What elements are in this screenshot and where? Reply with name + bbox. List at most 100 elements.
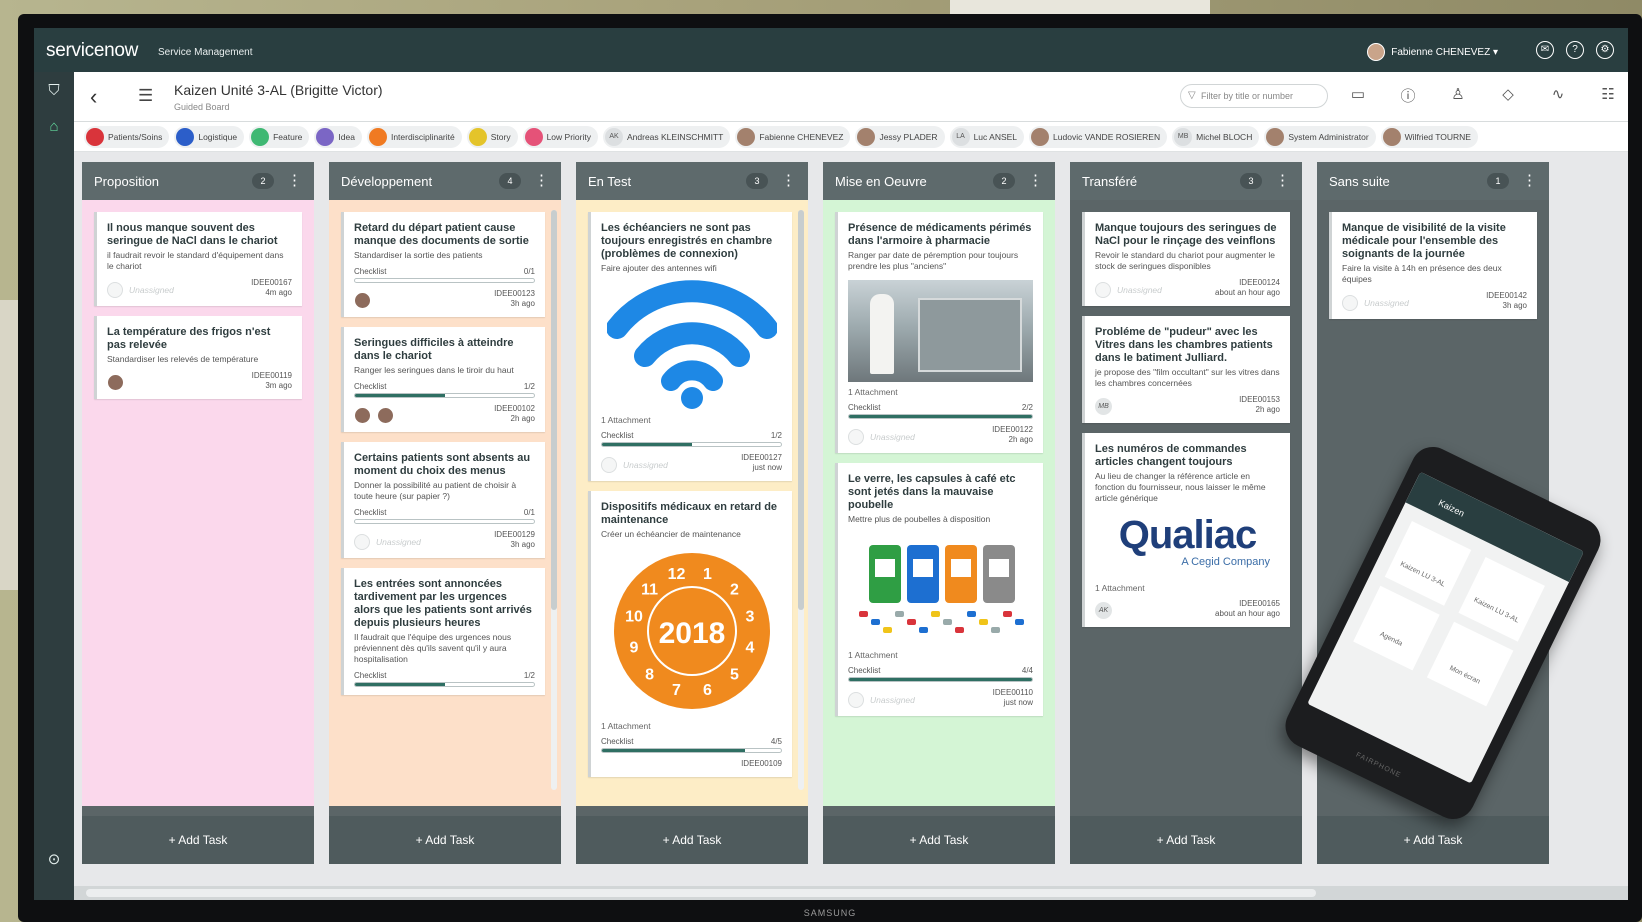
task-card[interactable]: Présence de médicaments périmés dans l'a… [835,212,1043,453]
filter-chip[interactable]: MB Michel BLOCH [1172,125,1260,148]
phone-app-tile[interactable]: Agenda [1353,585,1440,671]
assignee[interactable]: AK [1095,602,1112,619]
column-title: Proposition [94,174,160,189]
filter-chip[interactable]: Story [466,125,518,148]
assignee[interactable] [354,407,394,424]
task-card[interactable]: Dispositifs médicaux en retard de mainte… [588,491,792,777]
phone-app-tile[interactable]: Kaizen LU 3-AL [1384,521,1472,606]
horizontal-scrollbar[interactable] [74,886,1628,900]
task-card[interactable]: Certains patients sont absents au moment… [341,442,545,558]
task-card[interactable]: Il nous manque souvent des seringue de N… [94,212,302,306]
phone-app-tile[interactable]: Mon écran [1426,621,1514,707]
assignee[interactable]: Unassigned [601,457,668,473]
task-card[interactable]: Les numéros de commandes articles change… [1082,433,1290,627]
header-icons: ▭ ⓘ ♙ ◇ ∿ ☷ [1348,85,1618,105]
filter-chip[interactable]: AK Andreas KLEINSCHMITT [602,125,731,148]
settings-sliders-icon[interactable]: ☷ [1598,85,1618,105]
card-title: Manque toujours des seringues de NaCl po… [1095,222,1277,247]
home-icon[interactable]: ⌂ [44,118,64,138]
assignee[interactable]: Unassigned [1342,295,1409,311]
column-scrollbar[interactable] [798,210,804,790]
product-name: Service Management [158,47,253,58]
filter-chip[interactable]: Ludovic VANDE ROSIEREN [1029,125,1168,148]
filter-chip[interactable]: Patients/Soins [84,125,170,148]
tag-icon[interactable]: ◇ [1498,85,1518,105]
card-number: IDEE00129 [494,530,535,539]
assignee[interactable]: MB [1095,398,1112,415]
task-card[interactable]: Manque de visibilité de la visite médica… [1329,212,1537,319]
card-updated-time: just now [1003,698,1033,707]
filter-chip[interactable]: Jessy PLADER [855,125,945,148]
play-icon[interactable]: ⊙ [44,850,64,870]
assignee[interactable]: Unassigned [848,429,915,445]
task-card[interactable]: La température des frigos n'est pas rele… [94,316,302,399]
add-task-button[interactable]: + Add Task [329,816,561,864]
assignee[interactable]: Unassigned [354,534,421,550]
card-footer: IDEE00109 [601,759,782,769]
card-footer: Unassigned IDEE00129 3h ago [354,530,535,550]
add-task-button[interactable]: + Add Task [576,816,808,864]
card-footer: Unassigned IDEE00110 just now [848,688,1033,708]
add-task-button[interactable]: + Add Task [82,816,314,864]
assignee-label: Unassigned [376,537,421,547]
filter-chip[interactable]: Low Priority [522,125,598,148]
add-task-button[interactable]: + Add Task [823,816,1055,864]
assignee[interactable]: Unassigned [107,282,174,298]
card-footer: Unassigned IDEE00127 just now [601,453,782,473]
task-card[interactable]: Retard du départ patient cause manque de… [341,212,545,317]
kebab-menu-icon[interactable]: ⋮ [534,171,549,189]
gear-icon[interactable]: ⚙ [1596,41,1614,59]
column-header: Transféré 3 ⋮ [1070,162,1302,200]
back-icon[interactable]: ‹ [90,84,97,110]
assignee[interactable] [107,374,124,391]
checklist-progress-bar [354,682,535,687]
chip-label: Andreas KLEINSCHMITT [626,131,724,142]
assignee[interactable]: Unassigned [848,692,915,708]
help-icon[interactable]: ? [1566,41,1584,59]
filter-input[interactable]: Filter by title or number [1180,84,1328,108]
add-task-button[interactable]: + Add Task [1070,816,1302,864]
comments-icon[interactable]: ▭ [1348,85,1368,105]
filter-chip[interactable]: Fabienne CHENEVEZ [735,125,851,148]
info-icon[interactable]: ⓘ [1398,85,1418,105]
kebab-menu-icon[interactable]: ⋮ [781,171,796,189]
task-card[interactable]: Manque toujours des seringues de NaCl po… [1082,212,1290,306]
kebab-menu-icon[interactable]: ⋮ [1028,171,1043,189]
user-menu[interactable]: Fabienne CHENEVEZ ▾ [1367,43,1498,61]
kebab-menu-icon[interactable]: ⋮ [1522,171,1537,189]
filter-chip[interactable]: Interdisciplinarité [366,125,462,148]
column-count-badge: 1 [1487,173,1509,189]
logo[interactable]: servicenow [46,40,138,62]
assignee-avatar [377,407,394,424]
list-icon[interactable]: ☰ [138,86,153,106]
activity-icon[interactable]: ∿ [1548,85,1568,105]
filter-chip[interactable]: Wilfried TOURNE [1380,125,1478,148]
add-task-button[interactable]: + Add Task [1317,816,1549,864]
filter-chip[interactable]: Feature [249,125,310,148]
task-card[interactable]: Seringues difficiles à atteindre dans le… [341,327,545,432]
task-card[interactable]: Les échéanciers ne sont pas toujours enr… [588,212,792,481]
user-avatar [1367,43,1386,61]
members-icon[interactable]: ♙ [1448,85,1468,105]
filter-chip[interactable]: Logistique [174,125,245,148]
task-card[interactable]: Probléme de "pudeur" avec les Vitres dan… [1082,316,1290,423]
assignee[interactable] [354,292,371,309]
filter-icon[interactable]: ⛉ [44,82,64,102]
card-meta: IDEE00165 about an hour ago [1215,599,1280,619]
chat-icon[interactable]: ✉ [1536,41,1554,59]
filter-chip[interactable]: Idea [314,125,362,148]
column-scrollbar[interactable] [551,210,557,790]
card-description: Revoir le standard du chariot pour augme… [1095,250,1276,271]
phone-app-tile[interactable]: Kaizen LU 3-AL [1458,556,1545,642]
assignee[interactable]: Unassigned [1095,282,1162,298]
kebab-menu-icon[interactable]: ⋮ [1275,171,1290,189]
board-subtitle: Guided Board [174,102,230,112]
task-card[interactable]: Le verre, les capsules à café etc sont j… [835,463,1043,716]
member-avatar [737,127,756,146]
kebab-menu-icon[interactable]: ⋮ [287,171,302,189]
filter-chip[interactable]: LA Luc ANSEL [949,125,1025,148]
filter-chip[interactable]: System Administrator [1264,125,1376,148]
card-updated-time: 3m ago [265,381,292,390]
task-card[interactable]: Les entrées sont annoncées tardivement p… [341,568,545,695]
checklist-progress-bar [354,278,535,283]
